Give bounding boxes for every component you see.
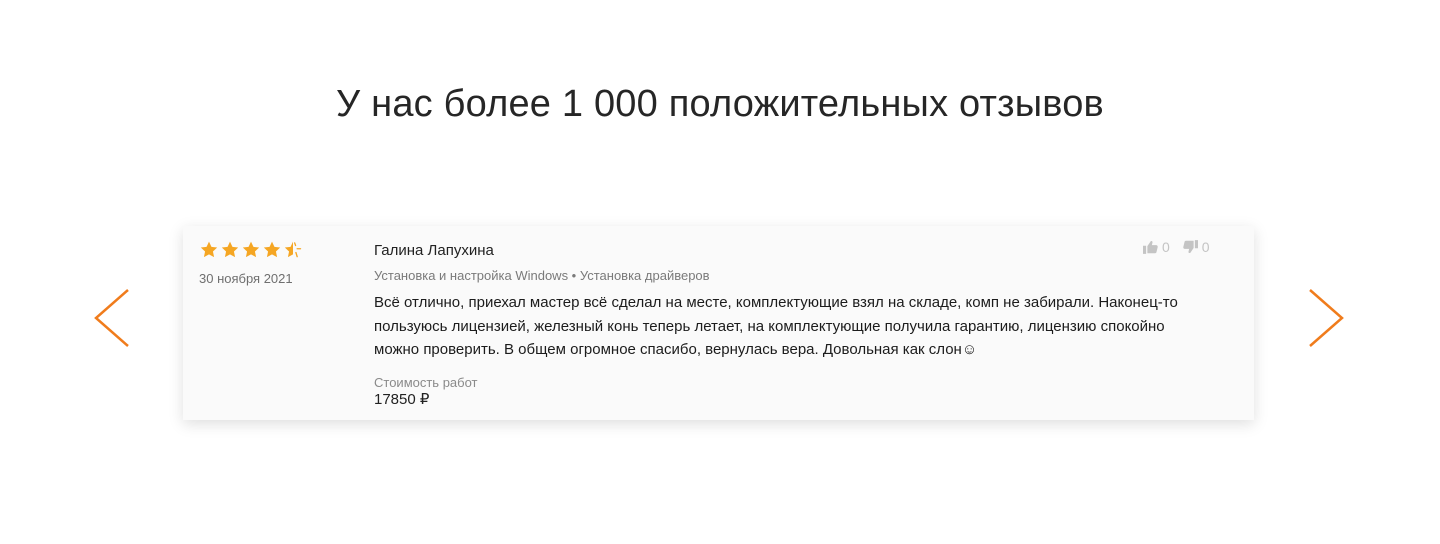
review-services: Установка и настройка Windows • Установк… bbox=[374, 268, 710, 283]
section-title: У нас более 1 000 положительных отзывов bbox=[336, 83, 1104, 125]
like-count: 0 bbox=[1162, 239, 1170, 255]
star-half-icon bbox=[283, 240, 303, 260]
like-button[interactable]: 0 bbox=[1143, 239, 1170, 255]
cost-value: 17850 ₽ bbox=[374, 391, 430, 408]
star-icon bbox=[220, 240, 240, 260]
review-author: Галина Лапухина bbox=[374, 242, 494, 259]
thumbs-down-icon bbox=[1183, 240, 1198, 254]
dislike-button[interactable]: 0 bbox=[1183, 239, 1210, 255]
star-icon bbox=[199, 240, 219, 260]
review-date: 30 ноября 2021 bbox=[199, 271, 293, 286]
dislike-count: 0 bbox=[1201, 239, 1210, 255]
thumbs-up-icon bbox=[1143, 240, 1158, 254]
review-card: 30 ноября 2021 Галина Лапухина Установка… bbox=[183, 226, 1254, 420]
carousel-next-button[interactable] bbox=[1304, 286, 1348, 350]
carousel-prev-button[interactable] bbox=[90, 286, 134, 350]
chevron-right-icon bbox=[1309, 289, 1344, 347]
star-icon bbox=[241, 240, 261, 260]
star-icon bbox=[262, 240, 282, 260]
review-votes: 0 0 bbox=[1143, 239, 1210, 255]
review-text: Всё отлично, приехал мастер всё сделал н… bbox=[374, 294, 1178, 358]
rating-stars bbox=[199, 240, 303, 260]
chevron-left-icon bbox=[94, 289, 129, 347]
cost-label: Стоимость работ bbox=[374, 375, 478, 390]
